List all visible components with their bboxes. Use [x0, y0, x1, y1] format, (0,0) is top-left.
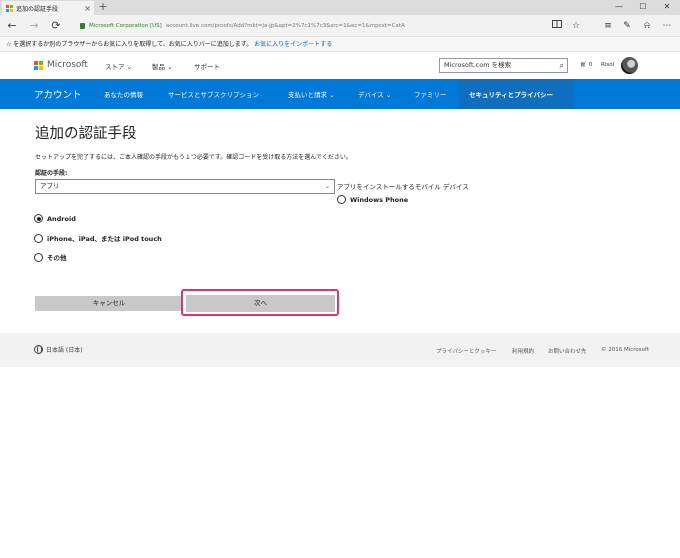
browser-tab[interactable]: 追加の認証手段 ×	[2, 1, 94, 15]
ms-header: Microsoft ストア ⌄ 製品 ⌄ サポート Microsoft.com …	[0, 52, 680, 79]
language-selector[interactable]: 日本語 (日本)	[34, 345, 83, 354]
cart-count: 0	[588, 62, 593, 68]
close-window-icon[interactable]: ✕	[656, 0, 678, 15]
search-placeholder: Microsoft.com を検索	[444, 61, 512, 69]
more-icon[interactable]: ⋯	[660, 18, 674, 34]
option-windows-phone[interactable]: Windows Phone	[337, 195, 408, 204]
account-nav: アカウント あなたの情報 サービスとサブスクリプション 支払いと請求 ⌄ デバイ…	[0, 79, 680, 109]
option-other-label: その他	[47, 254, 67, 262]
tab-payment-billing[interactable]: 支払いと請求 ⌄	[288, 89, 335, 99]
language-label: 日本語 (日本)	[46, 347, 83, 354]
footer: 日本語 (日本) プライバシーとクッキー 利用規約 お問い合わせ先 © 2016…	[0, 333, 680, 367]
option-other[interactable]: その他	[34, 252, 67, 262]
new-tab-button[interactable]: +	[97, 0, 109, 15]
nav-store[interactable]: ストア ⌄	[105, 61, 132, 71]
back-icon[interactable]: ←	[4, 18, 20, 34]
maximize-icon[interactable]: ☐	[632, 0, 654, 15]
cart-button[interactable]: 🛒︎ 0	[580, 62, 592, 68]
lock-icon	[80, 23, 85, 29]
chevron-down-icon: ⌄	[324, 183, 330, 190]
refresh-icon[interactable]: ⟳	[48, 18, 64, 34]
cart-icon: 🛒︎	[580, 62, 587, 68]
share-icon[interactable]: ⍾	[640, 18, 654, 34]
brand-name: Microsoft	[47, 60, 88, 70]
globe-icon	[34, 345, 43, 354]
user-name[interactable]: Risol	[601, 62, 614, 68]
radio-windows-phone[interactable]	[337, 195, 346, 204]
radio-other[interactable]	[34, 252, 43, 262]
forward-icon[interactable]: →	[26, 18, 42, 34]
copyright: © 2016 Microsoft	[601, 347, 650, 353]
address-bar: ← → ⟳ Microsoft Corporation [US] account…	[0, 15, 680, 37]
nav-support[interactable]: サポート	[194, 61, 220, 71]
search-input[interactable]: Microsoft.com を検索 ⌕	[439, 58, 568, 73]
highlight-annotation	[181, 289, 339, 316]
account-home-link[interactable]: アカウント	[34, 87, 82, 101]
tab-security-privacy-label: セキュリティとプライバシー	[469, 91, 553, 99]
method-select[interactable]: アプリ ⌄	[35, 179, 335, 194]
tab-security-privacy[interactable]: セキュリティとプライバシー	[459, 79, 573, 109]
tab-your-info[interactable]: あなたの情報	[104, 89, 143, 99]
import-favorites-link[interactable]: お気に入りをインポートする	[254, 41, 332, 48]
method-select-value: アプリ	[40, 182, 60, 190]
url-certificate: Microsoft Corporation [US]	[89, 23, 162, 29]
microsoft-logo-icon	[34, 60, 43, 70]
web-note-icon[interactable]: ✎	[620, 18, 634, 34]
option-iphone-label: iPhone、iPad、または iPod touch	[47, 235, 162, 243]
tab-close-icon[interactable]: ×	[84, 4, 91, 13]
url-text: account.live.com/proofs/Add?mkt=ja-jp&ap…	[165, 23, 405, 29]
tab-services-subscriptions[interactable]: サービスとサブスクリプション	[168, 89, 259, 99]
method-label: 認証の手段:	[35, 170, 68, 177]
page-description: セットアップを完了するには、ご本人確認の手段がもう１つ必要です。確認コードを受け…	[35, 154, 352, 161]
radio-android[interactable]	[34, 214, 43, 223]
reading-view-icon[interactable]	[550, 18, 564, 34]
cancel-button[interactable]: キャンセル	[35, 296, 183, 311]
option-windows-phone-label: Windows Phone	[350, 195, 409, 204]
ms-favicon-icon	[6, 4, 13, 12]
page-title: 追加の認証手段	[35, 126, 137, 142]
hub-icon[interactable]: ≡	[601, 18, 615, 34]
favorites-bar: ☆ を選択するか別のブラウザーからお気に入りを取得して、お気に入りバーに追加しま…	[0, 37, 680, 52]
option-android[interactable]: Android	[34, 214, 76, 223]
tab-devices[interactable]: デバイス ⌄	[358, 89, 391, 99]
favorite-star-icon[interactable]: ☆	[569, 18, 583, 34]
privacy-link[interactable]: プライバシーとクッキー	[436, 347, 496, 355]
url-field[interactable]: Microsoft Corporation [US] account.live.…	[80, 19, 405, 33]
tab-family[interactable]: ファミリー	[414, 89, 447, 99]
option-android-label: Android	[47, 214, 76, 223]
microsoft-logo[interactable]: Microsoft	[34, 60, 88, 70]
minimize-icon[interactable]: —	[608, 0, 630, 15]
device-note: アプリをインストールするモバイル デバイス	[337, 183, 469, 191]
terms-link[interactable]: 利用規約	[512, 347, 534, 355]
browser-titlebar: 追加の認証手段 × + — ☐ ✕	[0, 0, 680, 15]
nav-products[interactable]: 製品 ⌄	[152, 61, 173, 71]
avatar[interactable]	[621, 57, 638, 74]
favbar-text: ☆ を選択するか別のブラウザーからお気に入りを取得して、お気に入りバーに追加しま…	[6, 41, 253, 48]
option-iphone[interactable]: iPhone、iPad、または iPod touch	[34, 233, 162, 243]
search-icon[interactable]: ⌕	[560, 59, 564, 72]
tab-title: 追加の認証手段	[16, 5, 59, 13]
contact-link[interactable]: お問い合わせ先	[548, 347, 587, 355]
radio-iphone[interactable]	[34, 233, 43, 243]
